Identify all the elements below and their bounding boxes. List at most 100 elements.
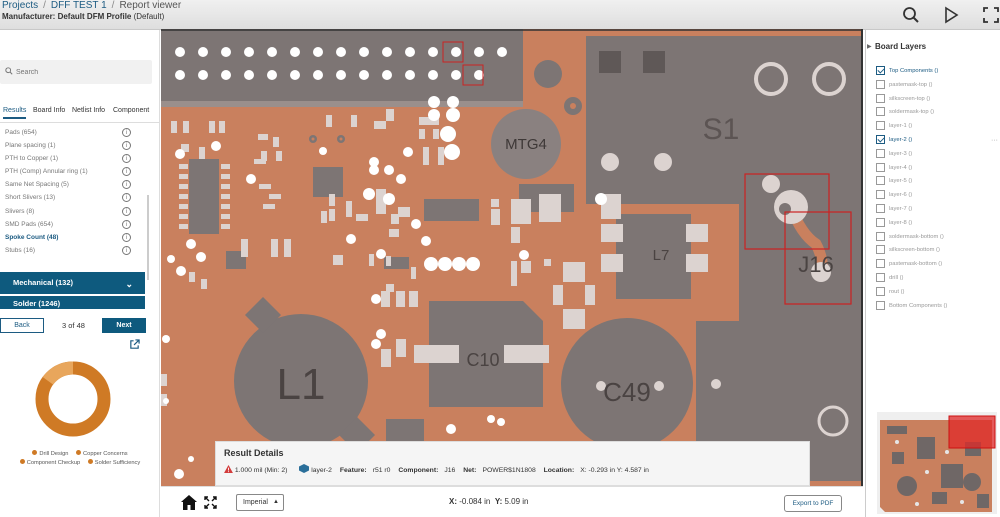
layer-item[interactable]: soldermask-bottom () [876,231,944,245]
tab-component[interactable]: Component [113,107,149,114]
layer-item[interactable]: layer-7 () [876,204,912,217]
layer-item[interactable]: silkscreen-bottom () [876,245,940,258]
layer-item[interactable]: layer-1 () [876,121,912,134]
layer-item[interactable]: layer-5 () [876,176,912,189]
next-button[interactable]: Next [102,318,146,333]
result-item-label: Spoke Count (48) [5,233,59,241]
export-pdf-button[interactable]: Export to PDF [784,495,842,512]
legend-dot [19,459,25,464]
layer-checkbox[interactable] [876,245,885,255]
donut-legend: Drill Design Copper Concerns Component C… [0,450,160,468]
result-item[interactable]: SMD Pads (654) i [0,218,145,231]
layer-item[interactable]: layer-8 () [876,217,912,231]
search-input[interactable] [16,64,146,80]
result-item[interactable]: Short Slivers (13) i [0,191,145,204]
breadcrumb-projects[interactable]: Projects [2,0,38,11]
chevron-down-icon: ⌄ [125,279,133,289]
search-icon [5,67,13,75]
info-icon[interactable]: i [122,167,131,177]
result-item[interactable]: Same Net Spacing (5) i [0,178,145,191]
layer-checkbox[interactable] [876,148,885,158]
collapse-arrow-icon[interactable]: ▶ [867,43,872,50]
external-link-icon[interactable] [129,339,140,350]
layer-item[interactable]: layer-6 () [876,190,912,203]
info-icon[interactable]: i [122,232,131,242]
layer-item[interactable]: pastemask-bottom () [876,259,942,272]
tab-board-info[interactable]: Board Info [33,107,65,114]
result-item[interactable]: Spoke Count (48) i [0,231,145,244]
layer-checkbox[interactable] [876,162,885,172]
home-icon[interactable] [181,495,197,510]
layer-item[interactable]: layer-2 () [876,135,912,148]
more-options-icon[interactable]: ··· [991,137,998,144]
info-icon[interactable]: i [122,154,131,164]
layer-checkbox[interactable] [876,176,885,186]
layer-checkbox[interactable] [876,135,885,144]
layer-item[interactable]: soldermask-top () [876,107,934,120]
layer-item[interactable]: silkscreen-top () [876,93,931,107]
layer-item[interactable]: Bottom Components () [876,300,948,314]
layer-item[interactable]: Top Components () [876,66,938,79]
layer-checkbox[interactable] [876,107,885,117]
layer-item-label: silkscreen-top () [889,95,931,102]
result-item-label: Stubs (16) [5,246,35,254]
layer-checkbox[interactable] [876,93,885,103]
layer-item[interactable]: layer-3 () [876,148,912,162]
layer-icon [299,464,310,473]
layer-item-label: soldermask-top () [889,109,935,116]
layer-checkbox[interactable] [876,204,885,213]
result-item[interactable]: PTH (Comp) Annular ring (1) i [0,165,145,178]
layer-checkbox[interactable] [876,79,885,89]
y-value: 5.09 in [504,497,529,506]
fullscreen-icon[interactable] [982,6,1000,24]
info-icon[interactable]: i [122,180,131,190]
result-item[interactable]: Plane spacing (1) i [0,139,145,152]
result-navigation: Back 3 of 48 Next [0,318,150,336]
info-icon[interactable]: i [122,128,131,137]
result-item-label: PTH to Copper (1) [5,155,59,163]
small-via [534,60,562,88]
results-scrollbar[interactable] [147,195,149,280]
layer-checkbox[interactable] [876,286,885,296]
designator-label: L1 [277,360,326,409]
result-item-label: Pads (654) [5,129,37,136]
tab-results[interactable]: Results [3,107,27,119]
layer-item-label: Bottom Components () [889,302,948,309]
layer-checkbox[interactable] [876,273,885,282]
tab-netlist-info[interactable]: Netlist Info [72,107,105,114]
info-icon[interactable]: i [122,193,131,203]
info-icon[interactable]: i [122,141,131,151]
fit-to-screen-icon[interactable] [204,496,217,509]
category-mechanical[interactable]: Mechanical (132) ⌄ [0,272,145,294]
layer-checkbox[interactable] [876,190,885,200]
result-item[interactable]: Pads (654) i [0,126,145,139]
layer-checkbox[interactable] [876,217,885,227]
info-icon[interactable]: i [122,219,131,229]
layer-checkbox[interactable] [876,121,885,131]
layer-checkbox[interactable] [876,259,885,269]
search-icon[interactable] [902,6,920,24]
play-icon[interactable] [942,6,960,24]
board-minimap[interactable] [877,412,997,514]
info-icon[interactable]: i [122,206,131,216]
info-icon[interactable]: i [122,245,131,255]
result-item-label: PTH (Comp) Annular ring (1) [5,168,88,176]
back-button[interactable]: Back [0,318,44,333]
minimap-viewport[interactable] [948,415,996,449]
result-item[interactable]: PTH to Copper (1) i [0,152,145,165]
layer-checkbox[interactable] [876,300,885,310]
layer-checkbox[interactable] [876,66,885,75]
unit-select[interactable]: Imperial ▲ [236,494,284,511]
layer-checkbox[interactable] [876,231,885,241]
result-item[interactable]: Slivers (8) i [0,205,145,218]
layer-item[interactable]: pastemask-top () [876,79,933,93]
result-item[interactable]: Stubs (16) i [0,244,145,257]
designator-label: L7 [653,247,670,264]
category-solder[interactable]: Solder (1246) [0,296,145,309]
breadcrumb-project[interactable]: DFF TEST 1 [51,0,107,11]
pin [711,379,721,389]
layer-item[interactable]: drill () [876,273,904,286]
layer-item[interactable]: rout () [876,286,904,300]
layer-item[interactable]: layer-4 () [876,162,912,176]
search-box[interactable] [0,60,152,84]
